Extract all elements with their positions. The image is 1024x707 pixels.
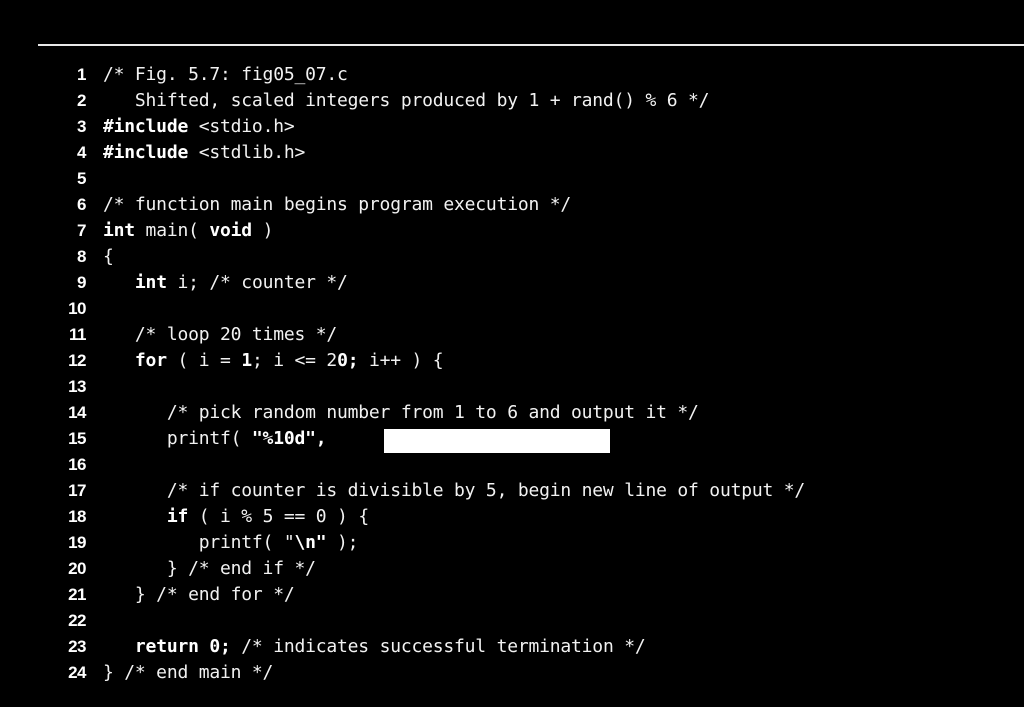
code-line: 22 (0, 608, 1024, 634)
code-line: 19 printf( "\n" ); (0, 530, 1024, 556)
redaction-box (384, 429, 610, 453)
line-number: 10 (68, 299, 86, 318)
code-text: } /* end for */ (103, 584, 295, 605)
line-number: 21 (68, 585, 86, 604)
line-number: 2 (77, 91, 86, 110)
code-line: 12 for ( i = 1; i <= 20; i++ ) { (0, 348, 1024, 374)
code-line: 24 } /* end main */ (0, 660, 1024, 686)
line-number: 18 (68, 507, 86, 526)
code-text: /* function main begins program executio… (103, 194, 572, 215)
code-line: 6 /* function main begins program executi… (0, 192, 1024, 218)
code-text: #include <stdio.h> (103, 116, 295, 137)
line-number: 23 (68, 637, 86, 656)
code-text: printf( "\n" ); (103, 532, 359, 553)
code-line: 20 } /* end if */ (0, 556, 1024, 582)
line-number: 1 (77, 65, 86, 84)
line-number: 5 (77, 169, 86, 188)
code-line: 2 Shifted, scaled integers produced by 1… (0, 88, 1024, 114)
line-number: 20 (68, 559, 86, 578)
code-text: { (103, 246, 114, 267)
code-line: 1 /* Fig. 5.7: fig05_07.c (0, 62, 1024, 88)
code-line: 14 /* pick random number from 1 to 6 and… (0, 400, 1024, 426)
code-line: 13 (0, 374, 1024, 400)
line-number: 6 (77, 195, 86, 214)
code-text: int main( void ) (103, 220, 274, 241)
code-line: 8{ (0, 244, 1024, 270)
line-number: 11 (69, 325, 86, 344)
line-number: 12 (68, 351, 86, 370)
slide-canvas: 1 /* Fig. 5.7: fig05_07.c 2 Shifted, scale… (0, 0, 1024, 707)
code-text: return 0; /* indicates successful termin… (134, 636, 646, 657)
code-text: /* if counter is divisible by 5, begin n… (103, 480, 806, 501)
code-line: 18 if ( i % 5 == 0 ) { (0, 504, 1024, 530)
code-line: 4 #include <stdlib.h> (0, 140, 1024, 166)
code-text: } /* end if */ (103, 558, 316, 579)
line-number: 13 (68, 377, 86, 396)
code-text: if ( i % 5 == 0 ) { (166, 506, 369, 527)
line-number: 14 (68, 403, 86, 422)
code-text: } /* end main */ (103, 662, 274, 683)
code-line: 9 int i; /* counter */ (0, 270, 1024, 296)
line-number: 16 (68, 455, 86, 474)
code-text: Shifted, scaled integers produced by 1 +… (103, 90, 710, 111)
line-number: 9 (77, 273, 86, 292)
line-number: 4 (77, 143, 86, 162)
line-number: 17 (68, 481, 86, 500)
code-line: 5 (0, 166, 1024, 192)
header-divider-rule (38, 44, 1024, 46)
line-number: 7 (77, 221, 86, 240)
code-text: int i; /* counter */ (134, 272, 348, 293)
line-number: 19 (68, 533, 86, 552)
code-text: for ( i = 1; i <= 20; i++ ) { (134, 350, 444, 371)
code-text: /* Fig. 5.7: fig05_07.c (103, 64, 348, 85)
code-text: #include <stdlib.h> (103, 142, 306, 163)
code-line: 17 /* if counter is divisible by 5, begi… (0, 478, 1024, 504)
line-number: 3 (77, 117, 86, 136)
code-text: /* pick random number from 1 to 6 and ou… (103, 402, 699, 423)
line-number: 22 (68, 611, 86, 630)
line-number: 24 (68, 663, 86, 682)
code-line: 16 (0, 452, 1024, 478)
code-line: 3 #include <stdio.h> (0, 114, 1024, 140)
code-text: /* loop 20 times */ (103, 324, 338, 345)
line-number: 15 (68, 429, 86, 448)
line-number: 8 (77, 247, 86, 266)
code-line: 23 return 0; /* indicates successful ter… (0, 634, 1024, 660)
code-line: 21 } /* end for */ (0, 582, 1024, 608)
code-listing: 1 /* Fig. 5.7: fig05_07.c 2 Shifted, scale… (0, 62, 1024, 686)
code-line: 10 (0, 296, 1024, 322)
code-line: 7 int main( void ) (0, 218, 1024, 244)
code-line: 11 /* loop 20 times */ (0, 322, 1024, 348)
